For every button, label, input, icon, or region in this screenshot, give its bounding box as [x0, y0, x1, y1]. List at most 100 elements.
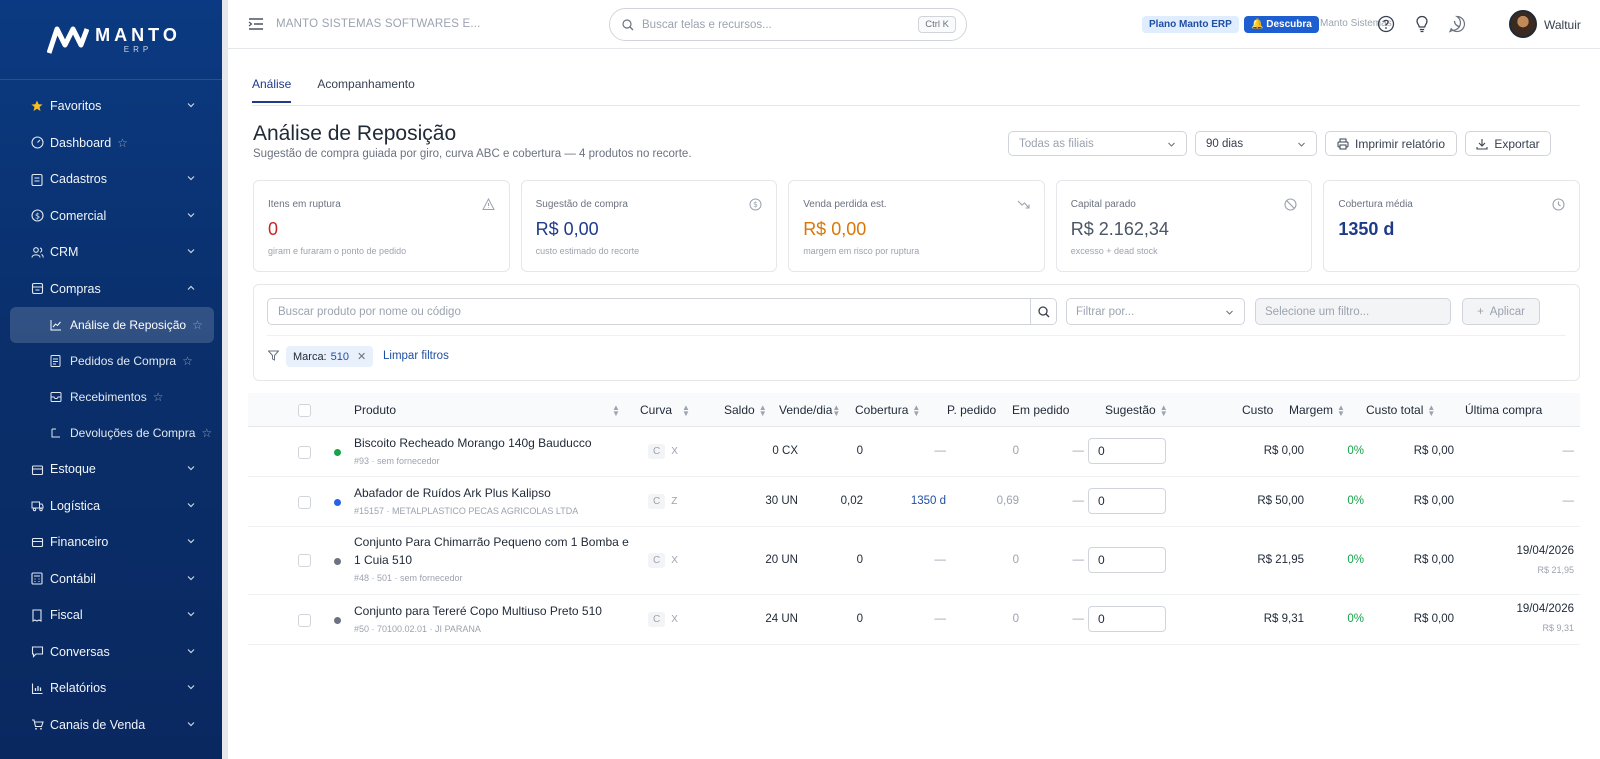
gauge-icon [30, 136, 44, 150]
printer-icon [1337, 138, 1349, 149]
sidebar-item-label: Estoque [50, 462, 96, 477]
sidebar-item-label: Cadastros [50, 172, 107, 187]
sidebar-item-compras[interactable]: Compras [0, 271, 222, 308]
favorite-star-icon[interactable]: ☆ [192, 318, 203, 332]
product-name[interactable]: Biscoito Recheado Morango 140g Bauducco [354, 434, 592, 452]
funnel-icon [268, 350, 279, 361]
row-checkbox[interactable] [298, 446, 311, 459]
col-label: P. pedido [947, 403, 997, 417]
favorite-star-icon[interactable]: ☆ [182, 354, 193, 368]
filter-value-select[interactable]: Selecione um filtro... [1255, 298, 1451, 325]
row-checkbox[interactable] [298, 554, 311, 567]
table-row[interactable]: Conjunto para Tereré Copo Multiuso Preto… [248, 595, 1580, 645]
print-report-button[interactable]: Imprimir relatório [1325, 131, 1457, 156]
sidebar-subitem-devolucoes[interactable]: Devoluções de Compra ☆ [0, 415, 222, 451]
curve-abc: C [648, 553, 666, 568]
sidebar-item-estoque[interactable]: Estoque [0, 451, 222, 488]
chat-icon [30, 645, 44, 659]
sort-icon: ▲ ▼ [912, 402, 921, 418]
cobertura-cell: — [934, 613, 947, 625]
sidebar-item-canais-venda[interactable]: Canais de Venda [0, 707, 222, 744]
row-checkbox[interactable] [298, 614, 311, 627]
export-button[interactable]: Exportar [1465, 131, 1551, 156]
sidebar-subitem-analise-reposicao[interactable]: Análise de Reposição ☆ [10, 307, 214, 343]
col-saldo[interactable]: Saldo ▲ ▼ [724, 403, 767, 417]
sidebar-item-contabil[interactable]: Contábil [0, 561, 222, 598]
col-cobertura[interactable]: Cobertura ▲ ▼ [855, 403, 920, 417]
col-ultima-compra: Última compra [1465, 403, 1542, 417]
sidebar-item-relatorios[interactable]: Relatórios [0, 670, 222, 707]
tab-analise[interactable]: Análise [252, 77, 292, 103]
search-icon [622, 18, 634, 30]
sidebar-item-comercial[interactable]: $ Comercial [0, 198, 222, 235]
table-row[interactable]: Abafador de Ruídos Ark Plus Kalipso #151… [248, 477, 1580, 527]
period-select[interactable]: 90 dias [1195, 131, 1317, 156]
product-search-input[interactable]: Buscar produto por nome ou código [267, 298, 1057, 325]
sidebar-item-favoritos[interactable]: Favoritos [0, 88, 222, 125]
sidebar-item-dashboard[interactable]: Dashboard ☆ [0, 125, 222, 162]
suggestion-input[interactable]: 0 [1088, 547, 1166, 573]
product-name[interactable]: Conjunto Para Chimarrão Pequeno com 1 Bo… [354, 533, 629, 551]
brand-logo[interactable]: MANTO ERP [0, 0, 228, 80]
dollar-circle-icon: $ [749, 198, 762, 211]
apply-filter-button[interactable]: + Aplicar [1462, 298, 1540, 325]
discover-label: Descubra [1266, 19, 1312, 30]
tab-acompanhamento[interactable]: Acompanhamento [317, 77, 414, 103]
user-avatar[interactable] [1509, 10, 1537, 38]
user-name[interactable]: Waltuir [1544, 18, 1581, 32]
active-filter-chip[interactable]: Marca: 510 ✕ [286, 346, 374, 367]
page-title: Análise de Reposição [253, 122, 457, 145]
sidebar-item-cadastros[interactable]: Cadastros [0, 161, 222, 198]
suggestion-input[interactable]: 0 [1088, 606, 1166, 632]
lightbulb-icon[interactable] [1413, 15, 1431, 33]
col-custo: Custo [1242, 403, 1273, 417]
company-name[interactable]: MANTO SISTEMAS SOFTWARES E... [276, 18, 481, 30]
suggestion-input[interactable]: 0 [1088, 438, 1166, 464]
chip-remove-icon[interactable]: ✕ [357, 350, 366, 363]
brand-sub: ERP [123, 44, 153, 54]
suggestion-input[interactable]: 0 [1088, 488, 1166, 514]
select-all-checkbox[interactable] [298, 404, 311, 417]
menu-toggle-icon[interactable] [248, 17, 264, 31]
product-meta: #93 · sem fornecedor [354, 456, 440, 466]
sidebar-subitem-pedidos-compra[interactable]: Pedidos de Compra ☆ [0, 343, 222, 379]
help-icon[interactable] [1377, 15, 1395, 33]
ultima-compra-cell: — [1562, 495, 1575, 507]
sidebar-item-crm[interactable]: CRM [0, 234, 222, 271]
col-curva[interactable]: Curva ▲ ▼ [640, 403, 690, 417]
clear-filters-link[interactable]: Limpar filtros [383, 350, 449, 362]
favorite-star-icon[interactable]: ☆ [153, 390, 164, 404]
whatsapp-icon[interactable] [1448, 15, 1466, 33]
col-sugestao[interactable]: Sugestão ▲ ▼ [1105, 403, 1168, 417]
col-custo-total[interactable]: Custo total ▲ ▼ [1366, 403, 1435, 417]
product-name-line2[interactable]: 1 Cuia 510 [354, 551, 412, 569]
row-checkbox[interactable] [298, 496, 311, 509]
discover-button[interactable]: 🔔 Descubra [1244, 16, 1319, 33]
product-meta: #15157 · METALPLASTICO PECAS AGRICOLAS L… [354, 506, 579, 516]
product-search-button[interactable] [1030, 299, 1056, 324]
sidebar-subitem-recebimentos[interactable]: Recebimentos ☆ [0, 379, 222, 415]
table-row[interactable]: Conjunto Para Chimarrão Pequeno com 1 Bo… [248, 527, 1580, 595]
clock-icon [1552, 198, 1565, 211]
product-name[interactable]: Abafador de Ruídos Ark Plus Kalipso [354, 484, 551, 502]
col-produto[interactable]: Produto [354, 403, 396, 417]
col-vende-dia[interactable]: Vende/dia▲ ▼ [779, 403, 840, 417]
sidebar-item-fiscal[interactable]: Fiscal [0, 597, 222, 634]
sidebar-item-logistica[interactable]: Logística [0, 488, 222, 525]
sidebar-item-financeiro[interactable]: Financeiro [0, 524, 222, 561]
col-margem[interactable]: Margem ▲ ▼ [1289, 403, 1345, 417]
table-row[interactable]: Biscoito Recheado Morango 140g Bauducco … [248, 427, 1580, 477]
sort-produto-icon[interactable]: ▲ ▼ [608, 403, 620, 417]
plan-badge[interactable]: Plano Manto ERP [1142, 16, 1239, 33]
sidebar-item-conversas[interactable]: Conversas [0, 634, 222, 671]
global-search-input[interactable]: Buscar telas e recursos... Ctrl K [609, 8, 967, 41]
users-icon [30, 245, 44, 259]
branch-select[interactable]: Todas as filiais [1008, 131, 1187, 156]
filter-by-select[interactable]: Filtrar por... [1066, 298, 1245, 325]
product-name[interactable]: Conjunto para Tereré Copo Multiuso Preto… [354, 602, 602, 620]
filter-divider [267, 335, 1566, 336]
sidebar-item-label: Fiscal [50, 608, 83, 623]
cobertura-cell: — [934, 445, 947, 457]
favorite-star-icon[interactable]: ☆ [117, 136, 128, 150]
favorite-star-icon[interactable]: ☆ [201, 426, 212, 440]
